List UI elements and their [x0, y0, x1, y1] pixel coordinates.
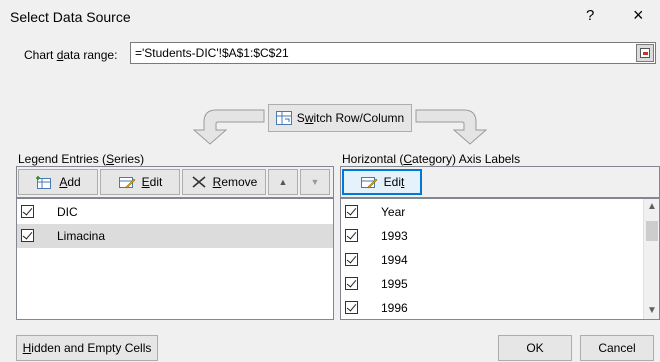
move-up-button[interactable]: ▲ [268, 169, 298, 195]
axis-label-checkbox[interactable] [345, 229, 358, 242]
add-icon [36, 176, 52, 189]
axis-labels-label: Horizontal (Category) Axis Labels [342, 152, 521, 166]
legend-entries-list: DIC Limacina [16, 198, 334, 320]
edit-axis-labels-button[interactable]: Edit [342, 169, 422, 195]
switch-row-column-button[interactable]: Switch Row/Column [268, 104, 412, 132]
list-item[interactable]: DIC [17, 200, 333, 224]
collapse-dialog-icon [640, 48, 650, 58]
curved-arrow-right-icon [415, 109, 488, 145]
help-button[interactable]: ? [586, 7, 594, 24]
list-item-label: Limacina [57, 229, 106, 243]
edit-icon [118, 177, 136, 189]
collapse-dialog-button[interactable] [636, 44, 654, 62]
list-item-label: 1996 [381, 301, 408, 315]
list-item[interactable]: 1996 [341, 296, 659, 320]
edit-series-button[interactable]: Edit [100, 169, 180, 195]
chart-data-range-input[interactable]: ='Students-DIC'!$A$1:$C$21 [130, 42, 656, 64]
list-item-label: 1994 [381, 253, 408, 267]
list-item-label: Year [381, 205, 406, 219]
legend-entries-label: Legend Entries (Series) [18, 152, 145, 166]
edit-series-label: Edit [141, 175, 163, 189]
axis-list-scrollbar[interactable]: ▲ ▼ [643, 199, 659, 319]
hidden-empty-cells-label: Hidden and Empty Cells [22, 341, 152, 355]
list-item[interactable]: Year [341, 200, 659, 224]
edit-icon [360, 177, 378, 189]
list-item[interactable]: 1994 [341, 248, 659, 272]
scroll-thumb[interactable] [646, 221, 658, 241]
series-checkbox-dic[interactable] [21, 205, 34, 218]
axis-label-checkbox[interactable] [345, 277, 358, 290]
list-item-label: DIC [57, 205, 78, 219]
close-button[interactable]: × [633, 5, 644, 26]
axis-label-checkbox[interactable] [345, 253, 358, 266]
chart-data-range-label: Chart data range: [24, 48, 118, 62]
scroll-up-icon[interactable]: ▲ [644, 199, 660, 215]
curved-arrow-left-icon [192, 109, 265, 145]
axis-label-checkbox[interactable] [345, 301, 358, 314]
scroll-down-icon[interactable]: ▼ [644, 303, 660, 319]
list-item[interactable]: 1995 [341, 272, 659, 296]
list-item[interactable]: Limacina [17, 224, 333, 248]
edit-axis-labels-label: Edit [383, 175, 405, 189]
move-down-button[interactable]: ▼ [300, 169, 330, 195]
list-item-label: 1993 [381, 229, 408, 243]
axis-label-checkbox[interactable] [345, 205, 358, 218]
switch-row-column-icon [275, 111, 292, 125]
remove-series-button[interactable]: Remove [182, 169, 266, 195]
list-item[interactable]: 1993 [341, 224, 659, 248]
dialog-title: Select Data Source [10, 9, 131, 25]
ok-button[interactable]: OK [498, 335, 572, 361]
hidden-empty-cells-button[interactable]: Hidden and Empty Cells [16, 335, 158, 361]
remove-series-label: Remove [212, 175, 258, 189]
series-checkbox-limacina[interactable] [21, 229, 34, 242]
list-item-label: 1995 [381, 277, 408, 291]
add-series-label: Add [59, 175, 81, 189]
cancel-button[interactable]: Cancel [580, 335, 654, 361]
remove-x-icon [192, 176, 206, 188]
add-series-button[interactable]: Add [18, 169, 98, 195]
axis-labels-list: Year 1993 1994 1995 1996 ▲ ▼ [340, 198, 660, 320]
switch-row-column-label: Switch Row/Column [296, 111, 405, 125]
